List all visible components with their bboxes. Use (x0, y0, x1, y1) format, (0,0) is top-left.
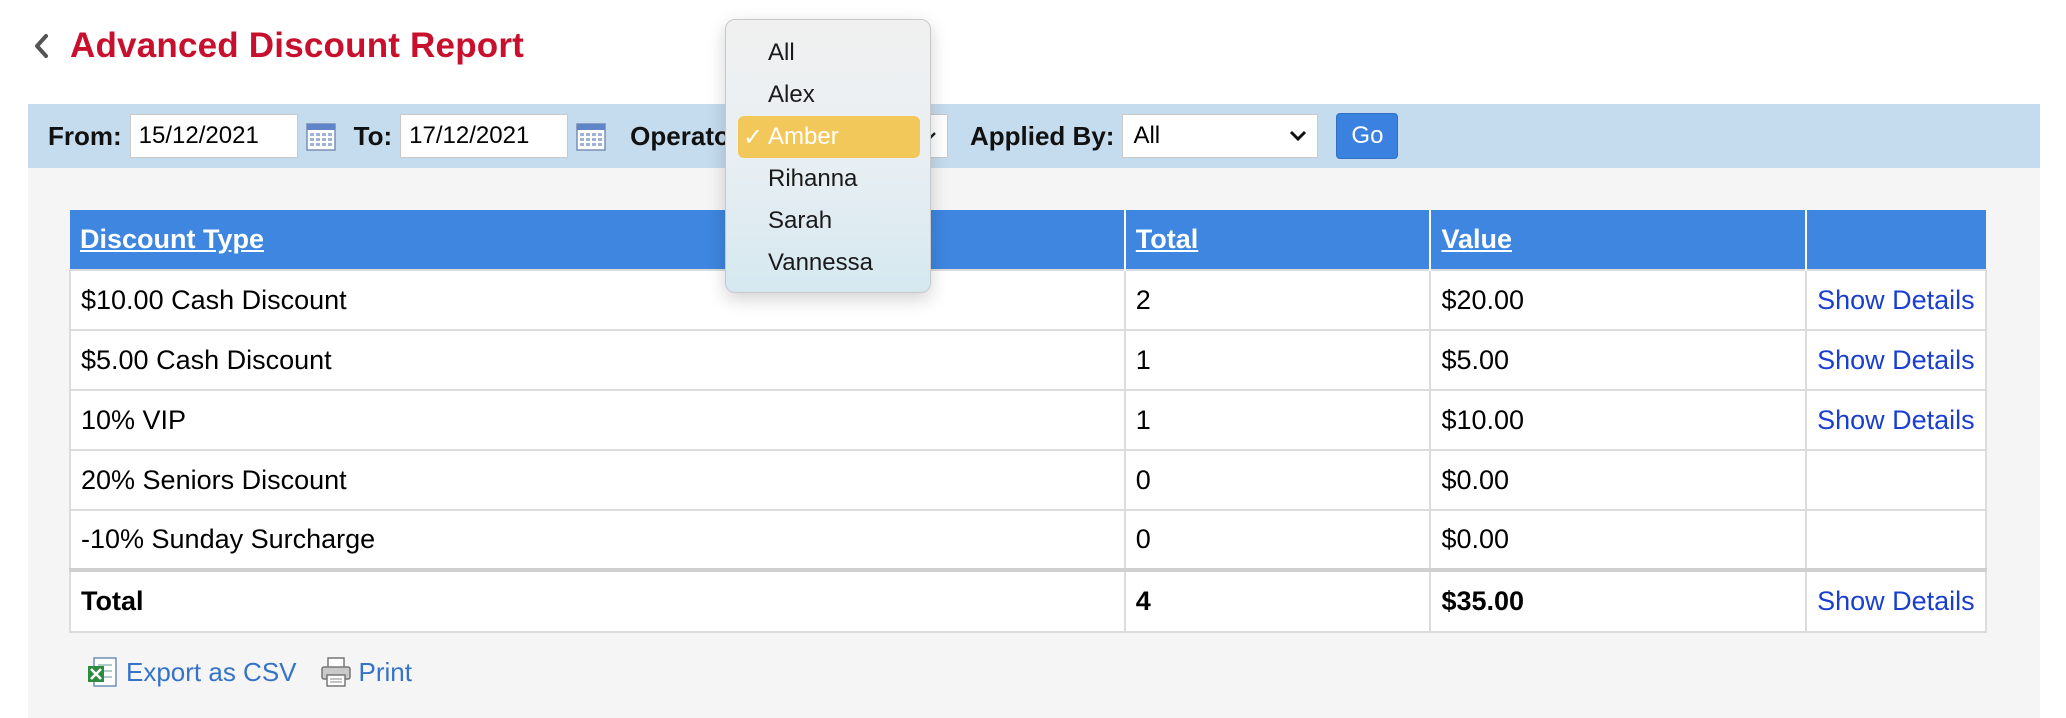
actions-cell: Show Details (1805, 389, 1987, 451)
calendar-icon[interactable] (305, 121, 336, 151)
operator-label: Operator (630, 120, 740, 151)
discount-type-cell: $5.00 Cash Discount (69, 329, 1126, 391)
discount-type-cell: -10% Sunday Surcharge (69, 509, 1126, 571)
value-cell: $5.00 (1429, 329, 1808, 391)
total-cell: 0 (1123, 509, 1432, 571)
go-button[interactable]: Go (1336, 113, 1399, 159)
calendar-icon[interactable] (576, 121, 606, 151)
actions-cell (1805, 449, 1987, 511)
excel-icon[interactable] (86, 655, 120, 689)
operator-option-amber[interactable]: ✓ Amber (738, 116, 920, 158)
chevron-down-icon (1290, 130, 1307, 142)
operator-dropdown-menu: All Alex ✓ Amber Rihanna Sarah Vannessa (725, 19, 931, 293)
checkmark-icon: ✓ (742, 123, 764, 151)
back-chevron-icon[interactable] (32, 26, 64, 66)
show-details-link[interactable]: Show Details (1817, 405, 1975, 435)
to-label: To: (353, 120, 393, 151)
actions-cell: Show Details (1805, 568, 1987, 633)
applied-by-select[interactable]: All (1122, 114, 1319, 158)
column-header-value[interactable]: Value (1430, 210, 1808, 270)
actions-cell: Show Details (1805, 269, 1987, 331)
operator-option-rihanna[interactable]: Rihanna (738, 158, 920, 200)
total-label-cell: Total (69, 568, 1126, 633)
discount-type-cell: $10.00 Cash Discount (69, 269, 1126, 331)
actions-cell: Show Details (1805, 329, 1987, 391)
print-link[interactable]: Print (359, 657, 412, 688)
show-details-link[interactable]: Show Details (1817, 345, 1975, 375)
table-row: 10% VIP 1 $10.00 Show Details (69, 389, 1987, 451)
page-title: Advanced Discount Report (70, 26, 525, 65)
table-row: 20% Seniors Discount 0 $0.00 (69, 449, 1987, 511)
total-cell: 1 (1123, 389, 1432, 451)
total-cell: 1 (1123, 329, 1432, 391)
total-cell: 0 (1123, 449, 1432, 511)
printer-icon[interactable] (319, 655, 353, 689)
applied-by-value: All (1133, 122, 1161, 149)
discount-table: Discount Type Total Value $10.00 Cash Di… (69, 210, 1987, 633)
total-row: Total 4 $35.00 Show Details (69, 568, 1987, 633)
operator-option-all[interactable]: All (738, 32, 920, 74)
discount-type-cell: 20% Seniors Discount (69, 449, 1126, 511)
title-row: Advanced Discount Report (32, 22, 524, 70)
value-cell: $0.00 (1429, 449, 1808, 511)
filter-bar: From: To: Operator Applied By: All Go (28, 104, 2040, 168)
value-cell: $0.00 (1429, 509, 1808, 571)
show-details-link[interactable]: Show Details (1817, 586, 1975, 616)
from-date-input[interactable] (129, 114, 298, 158)
column-header-actions (1806, 210, 1986, 270)
total-count-cell: 4 (1123, 568, 1432, 633)
value-cell: $10.00 (1429, 389, 1808, 451)
value-cell: $20.00 (1429, 269, 1808, 331)
export-csv-link[interactable]: Export as CSV (126, 657, 297, 688)
show-details-link[interactable]: Show Details (1817, 285, 1975, 315)
operator-option-vannessa[interactable]: Vannessa (738, 242, 920, 284)
total-cell: 2 (1123, 269, 1432, 331)
table-header-row: Discount Type Total Value (70, 210, 1986, 270)
applied-by-label: Applied By: (969, 120, 1115, 151)
operator-option-alex[interactable]: Alex (738, 74, 920, 116)
actions-cell (1805, 509, 1987, 571)
discount-type-cell: 10% VIP (69, 389, 1126, 451)
column-header-discount-type[interactable]: Discount Type (70, 210, 1126, 270)
table-row: $5.00 Cash Discount 1 $5.00 Show Details (69, 329, 1987, 391)
footer-links: Export as CSV Print (86, 652, 412, 692)
to-date-input[interactable] (400, 114, 569, 158)
column-header-total[interactable]: Total (1124, 210, 1432, 270)
operator-option-sarah[interactable]: Sarah (738, 200, 920, 242)
table-row: -10% Sunday Surcharge 0 $0.00 (69, 509, 1987, 571)
table-row: $10.00 Cash Discount 2 $20.00 Show Detai… (69, 269, 1987, 331)
total-value-cell: $35.00 (1429, 568, 1808, 633)
from-label: From: (48, 120, 122, 151)
